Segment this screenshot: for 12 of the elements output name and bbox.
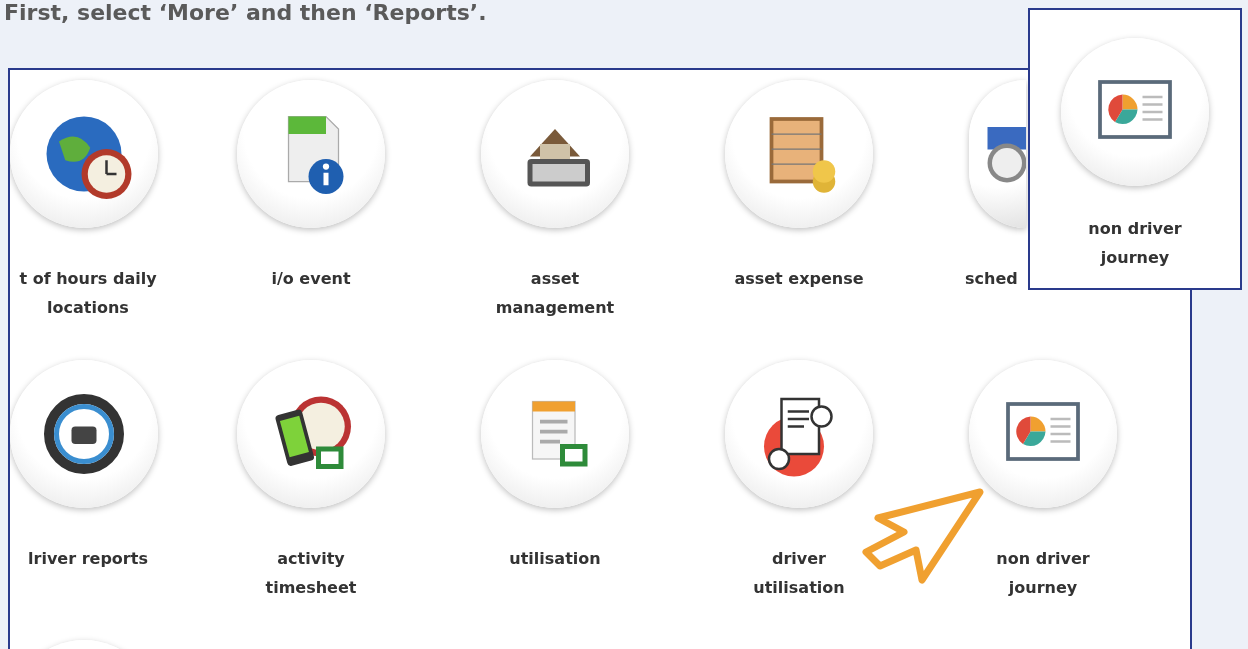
report-label: t of hours daily locations xyxy=(18,268,158,319)
report-label: driver utilisation xyxy=(752,548,846,599)
report-label: utilisation xyxy=(508,548,602,570)
report-label: asset management xyxy=(494,268,616,319)
report-label: sched xyxy=(965,268,1018,290)
instruction-text: First, select ‘More’ and then ‘Reports’. xyxy=(3,0,488,26)
report-label: lriver reports xyxy=(27,548,149,570)
report-label: asset expense xyxy=(733,268,865,290)
report-label: activity timesheet xyxy=(264,548,358,599)
report-label: non driver journey xyxy=(995,548,1091,599)
report-label: non driver journey xyxy=(1087,218,1183,269)
report-label: i/o event xyxy=(270,268,352,290)
